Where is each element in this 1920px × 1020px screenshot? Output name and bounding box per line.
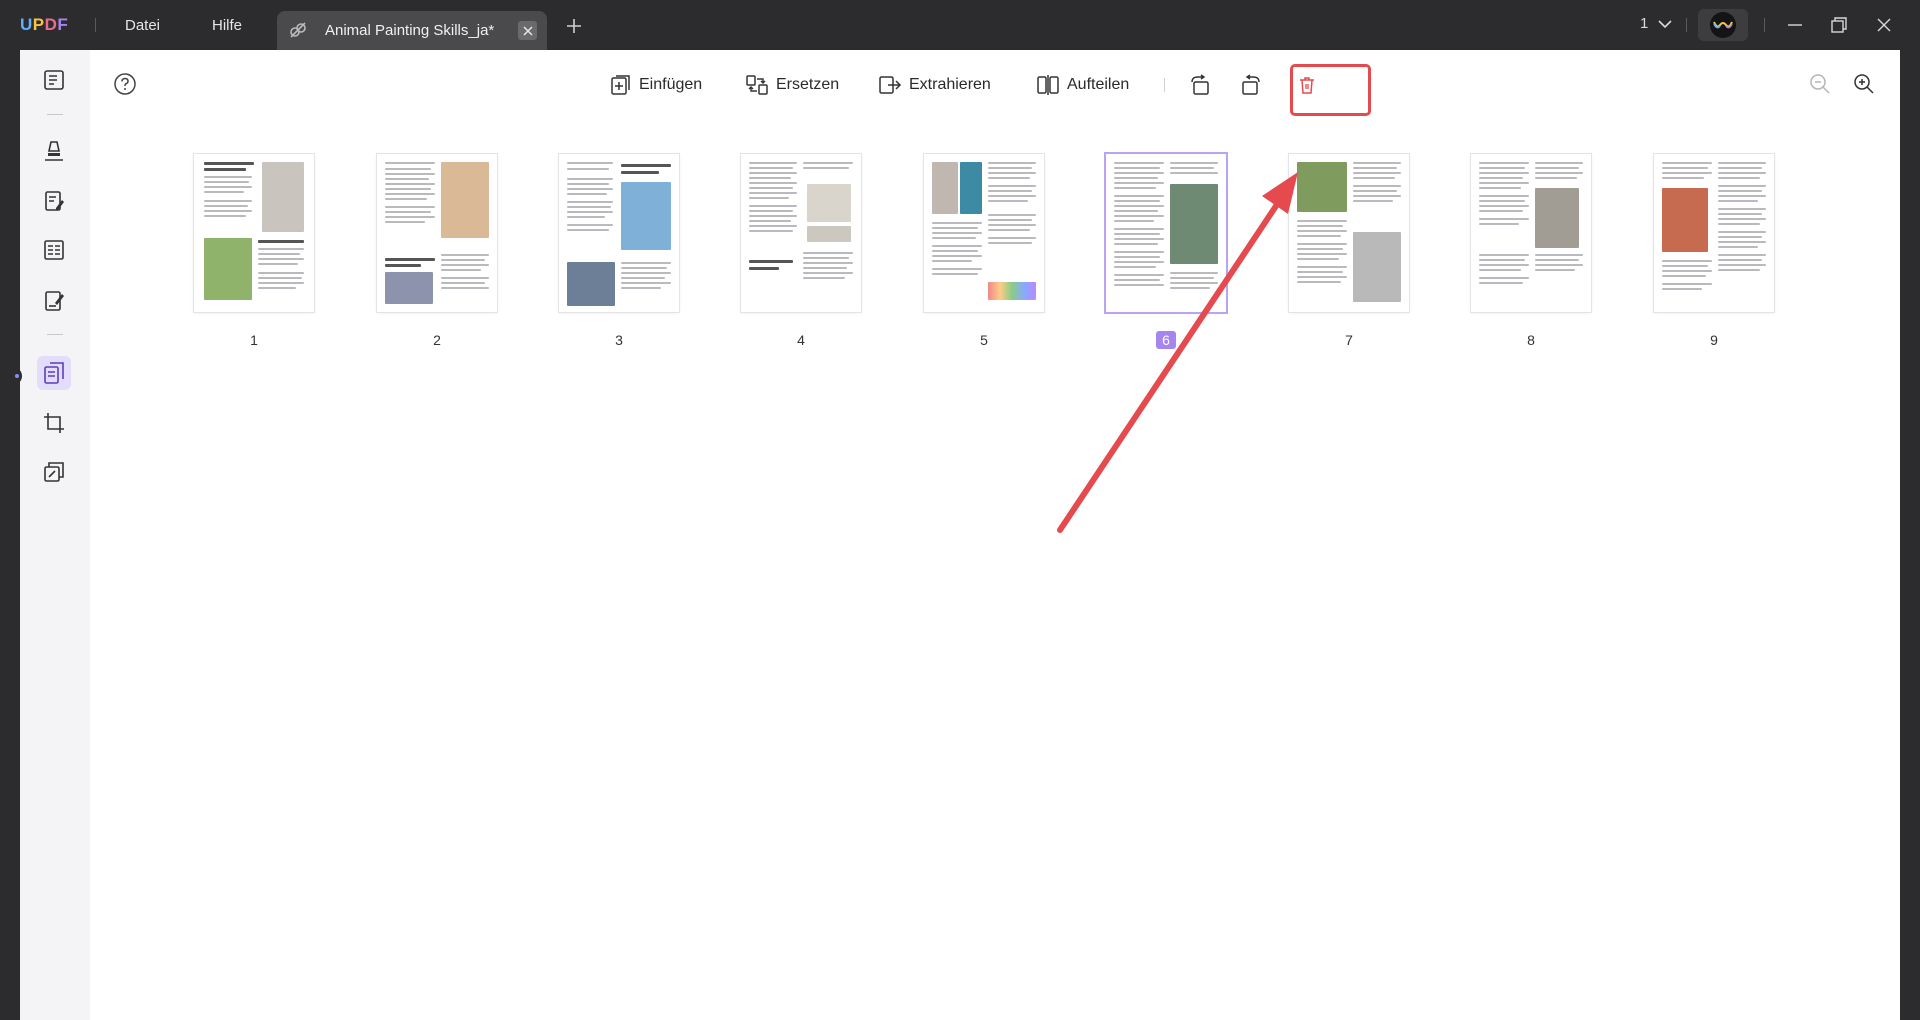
batch-tools-button[interactable] — [37, 455, 71, 489]
page-thumbnail-9[interactable] — [1654, 154, 1774, 312]
avatar-wave-icon — [1713, 21, 1733, 29]
unsaved-link-icon — [290, 22, 306, 38]
form-tool-button[interactable] — [37, 233, 71, 267]
minimize-button[interactable] — [1783, 13, 1807, 37]
page-number-3: 3 — [615, 332, 623, 348]
title-separator — [1686, 18, 1687, 32]
page-thumbnail-8[interactable] — [1471, 154, 1591, 312]
page-indicator-value: 1 — [1640, 15, 1649, 32]
title-separator — [1764, 18, 1765, 32]
help-icon[interactable] — [113, 72, 137, 96]
document-tab[interactable]: Animal Painting Skills_ja* — [277, 11, 547, 50]
crop-pages-button[interactable] — [37, 406, 71, 440]
restore-icon — [1831, 17, 1847, 33]
page-thumbnail-5[interactable] — [924, 154, 1044, 312]
zoom-out-icon — [1810, 74, 1830, 94]
extract-page-icon — [879, 76, 902, 94]
page-thumbnail-4[interactable] — [741, 154, 861, 312]
extract-label: Extrahieren — [909, 76, 991, 93]
menu-help[interactable]: Hilfe — [212, 17, 242, 34]
sign-document-icon — [45, 291, 64, 311]
rail-separator — [47, 114, 63, 115]
tab-title: Animal Painting Skills_ja* — [325, 22, 495, 39]
edit-document-icon — [45, 191, 64, 211]
page-number-7: 7 — [1345, 332, 1353, 348]
left-tool-rail — [20, 50, 90, 1020]
replace-page-icon — [746, 75, 768, 95]
close-icon — [522, 25, 533, 36]
insert-page-icon — [611, 75, 630, 95]
page-number-5: 5 — [980, 332, 988, 348]
new-tab-plus-icon[interactable] — [564, 16, 584, 36]
comment-tool-button[interactable] — [37, 134, 71, 168]
page-thumbnail-2[interactable] — [377, 154, 497, 312]
rail-separator — [47, 334, 63, 335]
layers-icon — [44, 462, 64, 482]
zoom-in-button[interactable] — [1850, 70, 1878, 98]
reader-icon — [44, 70, 64, 90]
highlighter-icon — [45, 141, 63, 161]
delete-page-button[interactable] — [1292, 70, 1322, 100]
title-bar: UPDF Datei Hilfe Animal Painting Skills_… — [0, 0, 1920, 50]
page-thumbnail-7[interactable] — [1289, 154, 1409, 312]
page-number-9: 9 — [1710, 332, 1718, 348]
close-icon — [1877, 18, 1891, 32]
title-separator — [95, 18, 96, 32]
reader-mode-button[interactable] — [37, 63, 71, 97]
user-avatar[interactable] — [1698, 9, 1748, 41]
page-thumbnail-3[interactable] — [559, 154, 679, 312]
page-organizer: Einfügen Ersetzen Extrahieren Aufteilen — [90, 50, 1900, 1020]
replace-label: Ersetzen — [776, 76, 840, 93]
page-thumbnail-6[interactable] — [1106, 154, 1226, 312]
sign-tool-button[interactable] — [37, 284, 71, 318]
insert-label: Einfügen — [639, 76, 703, 93]
tab-close-button[interactable] — [518, 21, 537, 40]
close-window-button[interactable] — [1872, 13, 1896, 37]
page-number-2: 2 — [433, 332, 441, 348]
page-indicator[interactable]: 1 — [1640, 15, 1672, 32]
page-thumbnail-grid: 1 2 3 4 5 6 7 8 9 — [90, 154, 1900, 354]
app-logo: UPDF — [20, 15, 69, 34]
crop-icon — [44, 413, 64, 433]
zoom-in-icon — [1854, 74, 1874, 94]
form-icon — [44, 240, 64, 260]
trash-icon — [1300, 77, 1314, 94]
organize-pages-icon — [44, 362, 64, 384]
rotate-right-button[interactable] — [1236, 70, 1266, 100]
extract-button[interactable]: Extrahieren — [878, 70, 991, 100]
replace-button[interactable]: Ersetzen — [745, 70, 839, 100]
rotate-clockwise-icon — [1242, 74, 1260, 95]
page-number-8: 8 — [1527, 332, 1535, 348]
split-label: Aufteilen — [1067, 76, 1130, 93]
menu-file[interactable]: Datei — [125, 17, 160, 34]
minimize-icon — [1788, 24, 1802, 26]
page-number-1: 1 — [250, 332, 258, 348]
page-number-6: 6 — [1106, 331, 1226, 349]
insert-button[interactable]: Einfügen — [610, 70, 702, 100]
split-button[interactable]: Aufteilen — [1036, 70, 1129, 100]
zoom-out-button[interactable] — [1806, 70, 1834, 98]
toolbar-separator — [1164, 78, 1165, 92]
page-thumbnail-1[interactable] — [194, 154, 314, 312]
edit-pdf-button[interactable] — [37, 184, 71, 218]
page-number-4: 4 — [797, 332, 805, 348]
organize-pages-button[interactable] — [37, 356, 71, 390]
chevron-down-icon — [1658, 19, 1672, 28]
split-page-icon — [1037, 75, 1059, 95]
restore-button[interactable] — [1827, 13, 1851, 37]
rotate-left-button[interactable] — [1185, 70, 1215, 100]
rotate-counterclockwise-icon — [1191, 74, 1209, 95]
